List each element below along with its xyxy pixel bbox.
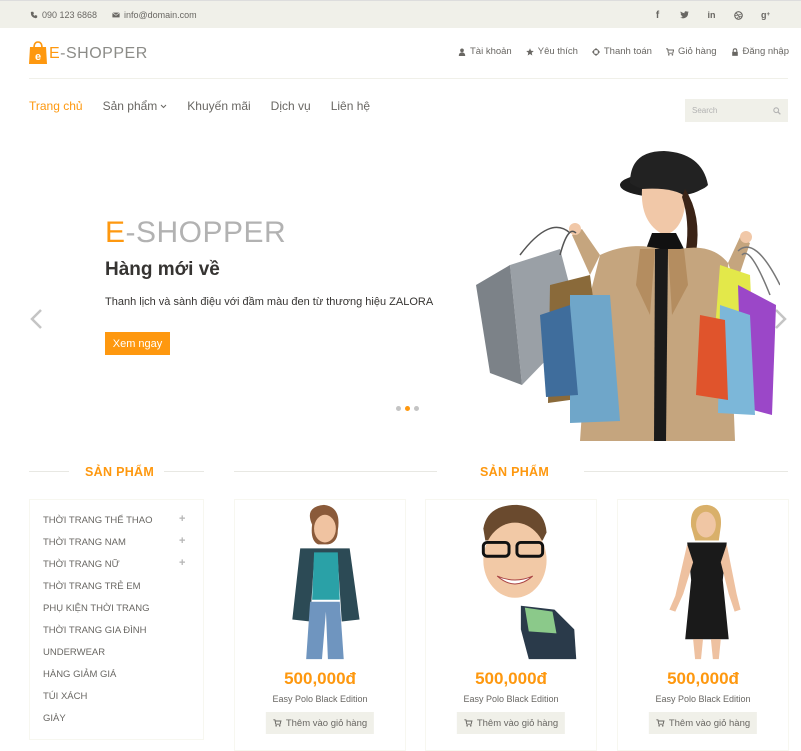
hero-model-image xyxy=(476,151,780,441)
category-family[interactable]: Thời trang gia đình xyxy=(43,625,147,636)
sidebar-title: SẢN PHẨM xyxy=(85,465,155,479)
nav-contact[interactable]: Liên hệ xyxy=(331,99,370,113)
category-sale[interactable]: Hàng giảm giá xyxy=(43,669,116,680)
linkedin-icon[interactable]: in xyxy=(698,8,725,22)
divider-line xyxy=(164,471,204,472)
search-input[interactable]: Search xyxy=(692,106,717,115)
product-card: 500,000đ Easy Polo Black Edition Thêm và… xyxy=(425,499,597,751)
category-men[interactable]: Thời trang nam xyxy=(43,537,126,548)
category-kids[interactable]: Thời trang trẻ em xyxy=(43,581,141,592)
product-price: 500,000đ xyxy=(284,669,356,688)
view-now-button[interactable]: Xem ngay xyxy=(105,332,170,355)
category-shoes[interactable]: Giày xyxy=(43,713,66,724)
expand-plus-icon[interactable]: + xyxy=(179,535,185,547)
crosshairs-icon xyxy=(591,47,600,56)
cart-icon xyxy=(665,47,674,56)
product-image xyxy=(669,504,741,660)
email-contact: info@domain.com xyxy=(112,10,197,20)
social-links: f in g + xyxy=(644,8,779,22)
svg-text:e: e xyxy=(35,51,41,63)
expand-plus-icon[interactable]: + xyxy=(179,557,185,569)
nav-products[interactable]: Sản phẩm xyxy=(103,99,168,113)
divider-line xyxy=(584,471,788,472)
phone-number: 090 123 6868 xyxy=(42,10,98,20)
add-to-cart-button[interactable]: Thêm vào giỏ hàng xyxy=(265,712,375,734)
envelope-icon xyxy=(112,12,120,18)
phone-icon xyxy=(30,11,38,19)
header-divider xyxy=(29,78,788,79)
add-to-cart-button[interactable]: Thêm vào giỏ hàng xyxy=(648,712,758,734)
category-sports[interactable]: Thời trang thể thao xyxy=(43,515,153,526)
login-link[interactable]: Đăng nhập xyxy=(731,46,789,57)
divider-line xyxy=(234,471,437,472)
category-accessories[interactable]: Phụ kiện thời trang xyxy=(43,603,150,614)
chevron-down-icon xyxy=(160,104,167,108)
slide-subtitle: Hàng mới về xyxy=(105,259,220,280)
product-image xyxy=(292,504,360,660)
logo-text: E-SHOPPER xyxy=(49,45,148,62)
main-nav: Trang chủ Sản phẩm Khuyến mãi Dịch vụ Li… xyxy=(29,99,370,113)
slide-description: Thanh lịch và sành điệu với đầm màu đen … xyxy=(105,296,434,308)
star-icon xyxy=(525,47,534,56)
product-name[interactable]: Easy Polo Black Edition xyxy=(618,694,788,704)
product-name[interactable]: Easy Polo Black Edition xyxy=(426,694,596,704)
lock-icon xyxy=(731,47,738,56)
divider-line xyxy=(29,471,69,472)
cart-icon xyxy=(273,719,282,727)
nav-services[interactable]: Dịch vụ xyxy=(271,99,311,113)
phone-contact: 090 123 6868 xyxy=(30,10,97,20)
product-card: 500,000đ Easy Polo Black Edition Thêm và… xyxy=(617,499,789,751)
google-plus-icon[interactable]: g + xyxy=(752,8,779,22)
dribbble-icon[interactable] xyxy=(725,8,752,22)
checkout-link[interactable]: Thanh toán xyxy=(591,46,652,57)
search-icon[interactable] xyxy=(773,106,781,115)
product-price: 500,000đ xyxy=(475,669,547,688)
product-image xyxy=(455,504,577,660)
twitter-icon[interactable] xyxy=(671,8,698,22)
products-title: SẢN PHẨM xyxy=(480,465,550,479)
expand-plus-icon[interactable]: + xyxy=(179,513,185,525)
nav-promotions[interactable]: Khuyến mãi xyxy=(187,99,250,113)
user-icon xyxy=(458,48,466,56)
shopping-bag-logo-icon: e xyxy=(29,41,47,64)
logo[interactable]: e E-SHOPPER xyxy=(29,40,148,64)
slide-brand-title: E-SHOPPER xyxy=(105,216,287,249)
cart-icon xyxy=(464,719,473,727)
wishlist-link[interactable]: Yêu thích xyxy=(525,46,578,57)
slider-dot[interactable] xyxy=(414,406,419,411)
slider-prev-arrow-icon[interactable] xyxy=(29,308,43,330)
cart-icon xyxy=(656,719,665,727)
category-underwear[interactable]: Underwear xyxy=(43,647,105,658)
category-list: Thời trang thể thao + Thời trang nam + T… xyxy=(29,499,204,740)
hero-slider: E-SHOPPER Hàng mới về Thanh lịch và sành… xyxy=(0,140,801,441)
product-card: 500,000đ Easy Polo Black Edition Thêm và… xyxy=(234,499,406,751)
nav-home[interactable]: Trang chủ xyxy=(29,99,83,113)
product-price: 500,000đ xyxy=(667,669,739,688)
product-name[interactable]: Easy Polo Black Edition xyxy=(235,694,405,704)
cart-link[interactable]: Giỏ hàng xyxy=(665,46,717,57)
add-to-cart-button[interactable]: Thêm vào giỏ hàng xyxy=(456,712,566,734)
slider-dot[interactable] xyxy=(396,406,401,411)
account-link[interactable]: Tài khoản xyxy=(458,46,512,57)
email-address: info@domain.com xyxy=(124,10,197,20)
top-bar: 090 123 6868 info@domain.com f in g + xyxy=(0,0,801,28)
slider-indicators xyxy=(396,406,419,411)
search-box[interactable]: Search xyxy=(685,99,788,122)
slider-dot-active[interactable] xyxy=(405,406,410,411)
facebook-icon[interactable]: f xyxy=(644,8,671,22)
category-bags[interactable]: Túi xách xyxy=(43,691,87,702)
category-women[interactable]: Thời trang nữ xyxy=(43,559,120,570)
user-menu: Tài khoản Yêu thích Thanh toán Giỏ hàng … xyxy=(458,46,789,57)
